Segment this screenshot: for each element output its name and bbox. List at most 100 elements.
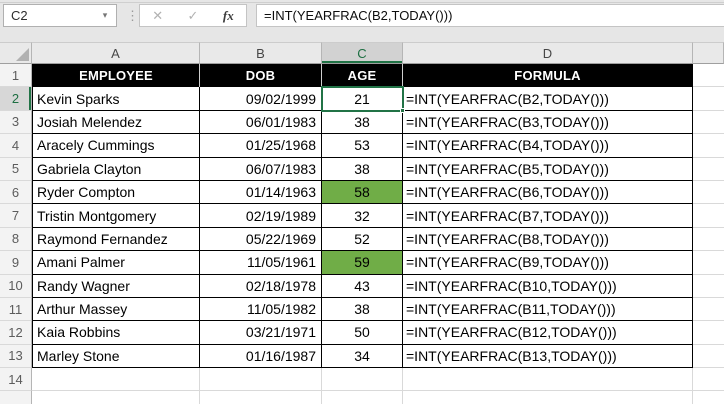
cell-empty[interactable] — [200, 391, 322, 404]
row-number[interactable]: 6 — [0, 180, 32, 205]
cell-employee[interactable]: Aracely Cummings — [32, 134, 200, 158]
cell-employee[interactable]: Arthur Massey — [32, 297, 200, 322]
cell-age[interactable]: 50 — [322, 321, 403, 345]
cell-empty[interactable] — [693, 391, 724, 404]
cell-dob[interactable]: 01/14/1963 — [200, 180, 322, 205]
cell-dob[interactable]: 05/22/1969 — [200, 227, 322, 252]
cell-employee[interactable]: Josiah Melendez — [32, 110, 200, 135]
cell-dob[interactable]: 06/07/1983 — [200, 157, 322, 181]
cell-empty[interactable] — [693, 134, 724, 158]
row-number[interactable]: 4 — [0, 134, 32, 158]
cell-formula[interactable]: =INT(YEARFRAC(B13,TODAY())) — [403, 344, 693, 369]
header-cell-employee[interactable]: EMPLOYEE — [32, 64, 200, 88]
chevron-down-icon[interactable]: ▾ — [94, 4, 116, 27]
cell-age-selected[interactable]: 21 — [321, 86, 405, 113]
cell-employee[interactable]: Marley Stone — [32, 344, 200, 369]
row-number[interactable]: 10 — [0, 274, 32, 298]
cell-empty[interactable] — [693, 274, 724, 298]
row-number[interactable]: 5 — [0, 157, 32, 181]
cell-dob[interactable]: 11/05/1982 — [200, 297, 322, 322]
cell-formula[interactable]: =INT(YEARFRAC(B8,TODAY())) — [403, 227, 693, 252]
cell-employee[interactable]: Raymond Fernandez — [32, 227, 200, 252]
cell-empty[interactable] — [693, 110, 724, 135]
cell-formula[interactable]: =INT(YEARFRAC(B12,TODAY())) — [403, 321, 693, 345]
row-number[interactable]: 9 — [0, 251, 32, 275]
cell-formula[interactable]: =INT(YEARFRAC(B10,TODAY())) — [403, 274, 693, 298]
cell-empty[interactable] — [693, 157, 724, 181]
cell-dob[interactable]: 11/05/1961 — [200, 251, 322, 275]
cell-empty[interactable] — [403, 391, 693, 404]
column-header-b[interactable]: B — [200, 42, 322, 64]
fill-handle[interactable] — [400, 107, 405, 113]
cell-dob[interactable]: 02/19/1989 — [200, 204, 322, 228]
insert-function-icon[interactable]: fx — [211, 8, 246, 24]
cell-empty[interactable] — [693, 368, 724, 392]
cell-formula[interactable]: =INT(YEARFRAC(B3,TODAY())) — [403, 110, 693, 135]
cell-formula[interactable]: =INT(YEARFRAC(B7,TODAY())) — [403, 204, 693, 228]
row-number[interactable]: 8 — [0, 227, 32, 252]
row-number[interactable]: 2 — [0, 87, 32, 111]
cell-employee[interactable]: Gabriela Clayton — [32, 157, 200, 181]
cell-formula[interactable]: =INT(YEARFRAC(B11,TODAY())) — [403, 297, 693, 322]
cell-empty[interactable] — [322, 368, 403, 392]
cell-age-highlighted[interactable]: 58 — [322, 180, 403, 205]
column-header-a[interactable]: A — [32, 42, 200, 64]
row-number[interactable] — [0, 391, 32, 404]
cell-empty[interactable] — [693, 321, 724, 345]
cell-formula[interactable]: =INT(YEARFRAC(B9,TODAY())) — [403, 251, 693, 275]
cell-empty[interactable] — [693, 227, 724, 252]
cell-dob[interactable]: 01/16/1987 — [200, 344, 322, 369]
cell-age[interactable]: 53 — [322, 134, 403, 158]
cell-formula[interactable]: =INT(YEARFRAC(B6,TODAY())) — [403, 180, 693, 205]
column-header-d[interactable]: D — [403, 42, 693, 64]
cell-formula[interactable]: =INT(YEARFRAC(B5,TODAY())) — [403, 157, 693, 181]
cell-dob[interactable]: 09/02/1999 — [200, 87, 322, 111]
header-cell-age[interactable]: AGE — [322, 64, 403, 88]
cancel-icon[interactable]: ✕ — [140, 8, 175, 24]
cell-employee[interactable]: Kevin Sparks — [32, 87, 200, 111]
cell-empty[interactable] — [693, 87, 724, 111]
cell-employee[interactable]: Randy Wagner — [32, 274, 200, 298]
cell-empty[interactable] — [32, 391, 200, 404]
cell-empty[interactable] — [693, 251, 724, 275]
cell-age[interactable]: 43 — [322, 274, 403, 298]
cell-dob[interactable]: 01/25/1968 — [200, 134, 322, 158]
cell-formula[interactable]: =INT(YEARFRAC(B2,TODAY())) — [403, 87, 693, 111]
cell-empty[interactable] — [693, 204, 724, 228]
cell-age[interactable]: 52 — [322, 227, 403, 252]
formula-bar-input[interactable]: =INT(YEARFRAC(B2,TODAY())) — [256, 4, 724, 27]
column-header-e[interactable] — [693, 42, 724, 64]
row-number[interactable]: 11 — [0, 297, 32, 322]
cell-empty[interactable] — [693, 344, 724, 369]
column-header-c[interactable]: C — [322, 42, 403, 64]
cell-employee[interactable]: Tristin Montgomery — [32, 204, 200, 228]
name-box[interactable]: C2 ▾ — [3, 4, 117, 27]
cell-empty[interactable] — [693, 297, 724, 322]
cell-formula[interactable]: =INT(YEARFRAC(B4,TODAY())) — [403, 134, 693, 158]
cell-employee[interactable]: Amani Palmer — [32, 251, 200, 275]
cell-empty[interactable] — [693, 180, 724, 205]
cell-empty[interactable] — [322, 391, 403, 404]
cell-dob[interactable]: 02/18/1978 — [200, 274, 322, 298]
row-number[interactable]: 3 — [0, 110, 32, 135]
row-number[interactable]: 14 — [0, 368, 32, 392]
cell-empty[interactable] — [693, 64, 724, 88]
cell-employee[interactable]: Kaia Robbins — [32, 321, 200, 345]
cell-empty[interactable] — [403, 368, 693, 392]
row-number[interactable]: 7 — [0, 204, 32, 228]
cell-empty[interactable] — [32, 368, 200, 392]
cell-age[interactable]: 38 — [322, 157, 403, 181]
header-cell-formula[interactable]: FORMULA — [403, 64, 693, 88]
header-cell-dob[interactable]: DOB — [200, 64, 322, 88]
select-all-corner[interactable] — [0, 42, 32, 64]
cell-employee[interactable]: Ryder Compton — [32, 180, 200, 205]
row-number[interactable]: 13 — [0, 344, 32, 369]
cell-dob[interactable]: 03/21/1971 — [200, 321, 322, 345]
cell-age[interactable]: 38 — [322, 110, 403, 135]
cell-age-highlighted[interactable]: 59 — [322, 251, 403, 275]
cell-age[interactable]: 32 — [322, 204, 403, 228]
cell-dob[interactable]: 06/01/1983 — [200, 110, 322, 135]
cell-empty[interactable] — [200, 368, 322, 392]
enter-icon[interactable]: ✓ — [175, 8, 210, 24]
cell-age[interactable]: 34 — [322, 344, 403, 369]
